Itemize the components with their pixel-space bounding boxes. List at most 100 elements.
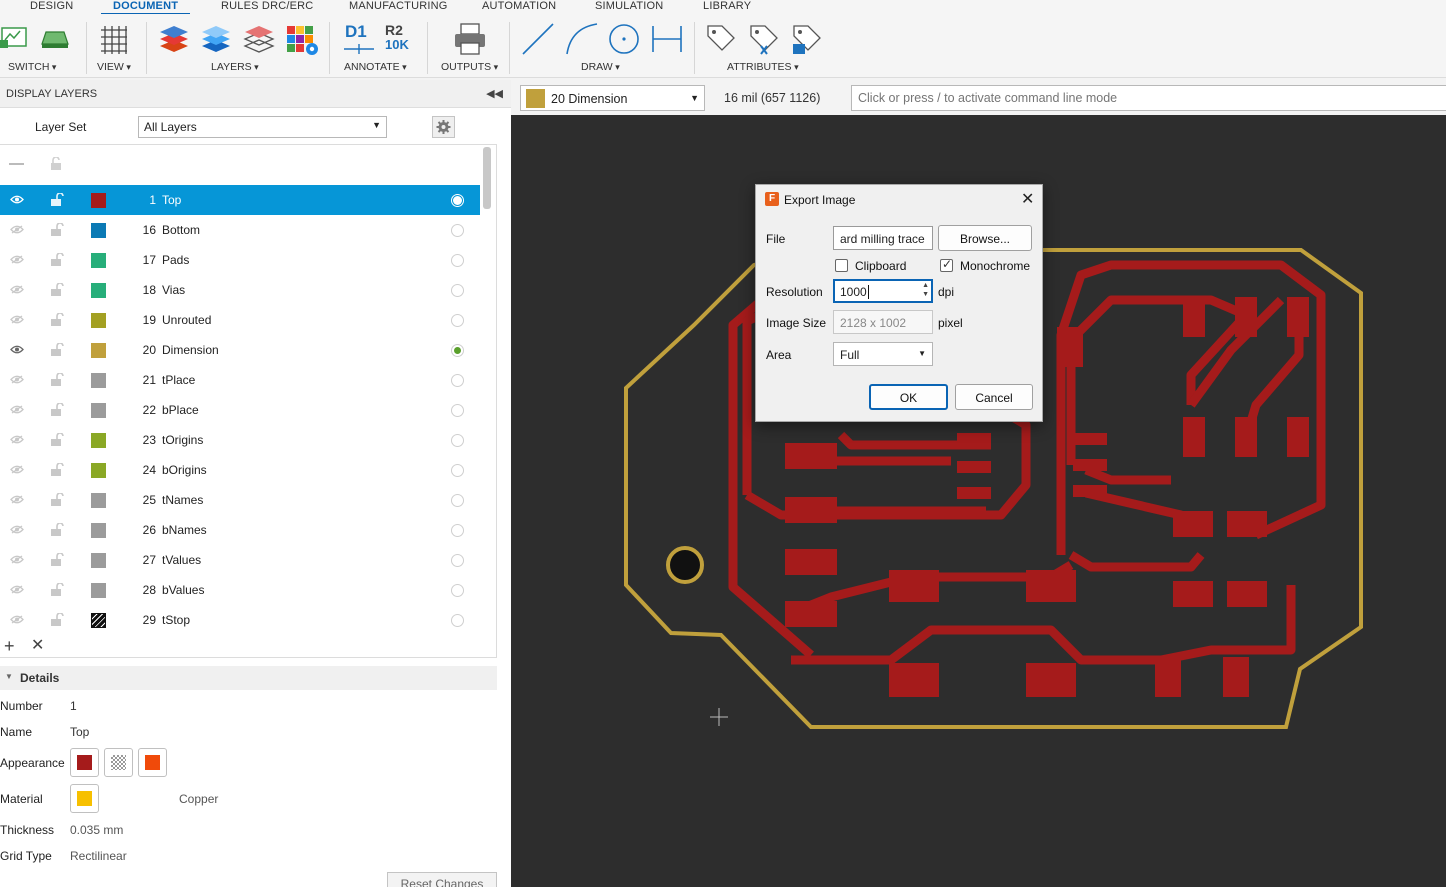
- layer-row[interactable]: 25 tNames: [0, 485, 480, 515]
- layer-row[interactable]: 17 Pads: [0, 245, 480, 275]
- layer-row[interactable]: 21 tPlace: [0, 365, 480, 395]
- layer-stack-blue-icon[interactable]: [199, 22, 233, 56]
- unlock-icon[interactable]: [50, 523, 64, 536]
- current-layer-radio[interactable]: [451, 584, 464, 597]
- layer-row[interactable]: 22 bPlace: [0, 395, 480, 425]
- draw-group-label[interactable]: DRAW: [581, 61, 620, 73]
- grid-icon[interactable]: [97, 22, 131, 56]
- layer-row[interactable]: 18 Vias: [0, 275, 480, 305]
- layer-row[interactable]: 28 bValues: [0, 575, 480, 605]
- tab-manufacturing[interactable]: MANUFACTURING: [349, 0, 448, 12]
- tab-library[interactable]: LIBRARY: [703, 0, 751, 12]
- annotate-value-icon[interactable]: R2 10K: [383, 22, 417, 56]
- unlock-icon[interactable]: [50, 313, 64, 326]
- layer-row[interactable]: 16 Bottom: [0, 215, 480, 245]
- collapse-panel-icon[interactable]: ◀◀: [486, 87, 503, 100]
- resolution-spinner[interactable]: ▲ ▼: [922, 281, 929, 299]
- attribute-tag-icon[interactable]: [704, 22, 738, 56]
- layer-color-swatch[interactable]: [91, 253, 106, 268]
- area-select[interactable]: Full ▼: [833, 342, 933, 366]
- lock-all-icon[interactable]: [50, 157, 64, 170]
- eye-off-icon[interactable]: [10, 555, 24, 564]
- delete-layer-button[interactable]: ✕: [31, 637, 44, 655]
- unlock-icon[interactable]: [50, 493, 64, 506]
- reset-changes-button[interactable]: Reset Changes: [387, 872, 497, 887]
- current-layer-radio[interactable]: [451, 494, 464, 507]
- eye-off-icon[interactable]: [10, 315, 24, 324]
- eye-off-icon[interactable]: [10, 495, 24, 504]
- eye-off-icon[interactable]: [10, 435, 24, 444]
- board-switch-icon[interactable]: [38, 22, 72, 56]
- unlock-icon[interactable]: [50, 613, 64, 626]
- appearance-pattern-button[interactable]: [104, 748, 133, 777]
- unlock-icon[interactable]: [50, 403, 64, 416]
- current-layer-radio[interactable]: [451, 554, 464, 567]
- layer-color-swatch[interactable]: [91, 583, 106, 598]
- eye-off-icon[interactable]: [10, 285, 24, 294]
- current-layer-radio[interactable]: [451, 404, 464, 417]
- arc-tool-icon[interactable]: [565, 22, 599, 56]
- layer-row[interactable]: 29 tStop: [0, 605, 480, 635]
- eye-off-icon[interactable]: [10, 465, 24, 474]
- view-group-label[interactable]: VIEW: [97, 61, 131, 73]
- layer-row[interactable]: 20 Dimension: [0, 335, 480, 365]
- schematic-switch-icon[interactable]: [0, 22, 34, 56]
- appearance-highlight-button[interactable]: [138, 748, 167, 777]
- tab-rules-drc-erc[interactable]: RULES DRC/ERC: [221, 0, 313, 12]
- eye-icon[interactable]: [10, 195, 24, 204]
- appearance-color-button[interactable]: [70, 748, 99, 777]
- annotate-group-label[interactable]: ANNOTATE: [344, 61, 407, 73]
- current-layer-radio[interactable]: [451, 344, 464, 357]
- unlock-icon[interactable]: [50, 433, 64, 446]
- current-layer-radio[interactable]: [451, 194, 464, 207]
- close-icon[interactable]: ✕: [1021, 189, 1034, 209]
- file-path-input[interactable]: ard milling trace: [833, 226, 933, 250]
- layer-row[interactable]: 26 bNames: [0, 515, 480, 545]
- cancel-button[interactable]: Cancel: [955, 384, 1033, 410]
- add-layer-button[interactable]: +: [4, 637, 15, 655]
- layer-row[interactable]: 1 Top: [0, 185, 480, 215]
- outputs-group-label[interactable]: OUTPUTS: [441, 61, 498, 73]
- current-layer-radio[interactable]: [451, 224, 464, 237]
- attribute-tag-list-icon[interactable]: [790, 22, 824, 56]
- browse-button[interactable]: Browse...: [938, 225, 1032, 251]
- unlock-icon[interactable]: [50, 253, 64, 266]
- eye-off-icon[interactable]: [10, 525, 24, 534]
- eye-off-icon[interactable]: [10, 225, 24, 234]
- material-color-button[interactable]: [70, 784, 99, 813]
- tab-simulation[interactable]: SIMULATION: [595, 0, 663, 12]
- current-layer-radio[interactable]: [451, 434, 464, 447]
- layer-color-swatch[interactable]: [91, 223, 106, 238]
- layer-row[interactable]: 24 bOrigins: [0, 455, 480, 485]
- layers-group-label[interactable]: LAYERS: [211, 61, 259, 73]
- current-layer-radio[interactable]: [451, 254, 464, 267]
- current-layer-radio[interactable]: [451, 284, 464, 297]
- current-layer-radio[interactable]: [451, 464, 464, 477]
- dimension-tool-icon[interactable]: [650, 22, 684, 56]
- current-layer-radio[interactable]: [451, 374, 464, 387]
- eye-icon[interactable]: [10, 345, 24, 354]
- tab-document[interactable]: DOCUMENT: [100, 0, 191, 16]
- unlock-icon[interactable]: [50, 583, 64, 596]
- attribute-tag-add-icon[interactable]: [747, 22, 781, 56]
- clipboard-checkbox[interactable]: [835, 259, 848, 272]
- current-layer-radio[interactable]: [451, 314, 464, 327]
- printer-icon[interactable]: [453, 22, 487, 56]
- unlock-icon[interactable]: [50, 193, 64, 206]
- layer-color-swatch[interactable]: [91, 553, 106, 568]
- current-layer-select[interactable]: 20 Dimension ▼: [520, 85, 705, 111]
- layer-color-swatch[interactable]: [91, 493, 106, 508]
- layer-set-select[interactable]: All Layers ▼: [138, 116, 387, 138]
- layer-color-swatch[interactable]: [91, 193, 106, 208]
- monochrome-checkbox[interactable]: [940, 257, 953, 272]
- layer-row[interactable]: 19 Unrouted: [0, 305, 480, 335]
- layer-stack-red-icon[interactable]: [157, 22, 191, 56]
- attributes-group-label[interactable]: ATTRIBUTES: [727, 61, 799, 73]
- layer-color-swatch[interactable]: [91, 433, 106, 448]
- eye-off-icon[interactable]: [10, 405, 24, 414]
- layer-row[interactable]: 23 tOrigins: [0, 425, 480, 455]
- resolution-input[interactable]: 1000 ▲ ▼: [833, 279, 933, 303]
- command-line-input[interactable]: [851, 85, 1446, 111]
- layer-color-swatch[interactable]: [91, 283, 106, 298]
- tab-automation[interactable]: AUTOMATION: [482, 0, 556, 12]
